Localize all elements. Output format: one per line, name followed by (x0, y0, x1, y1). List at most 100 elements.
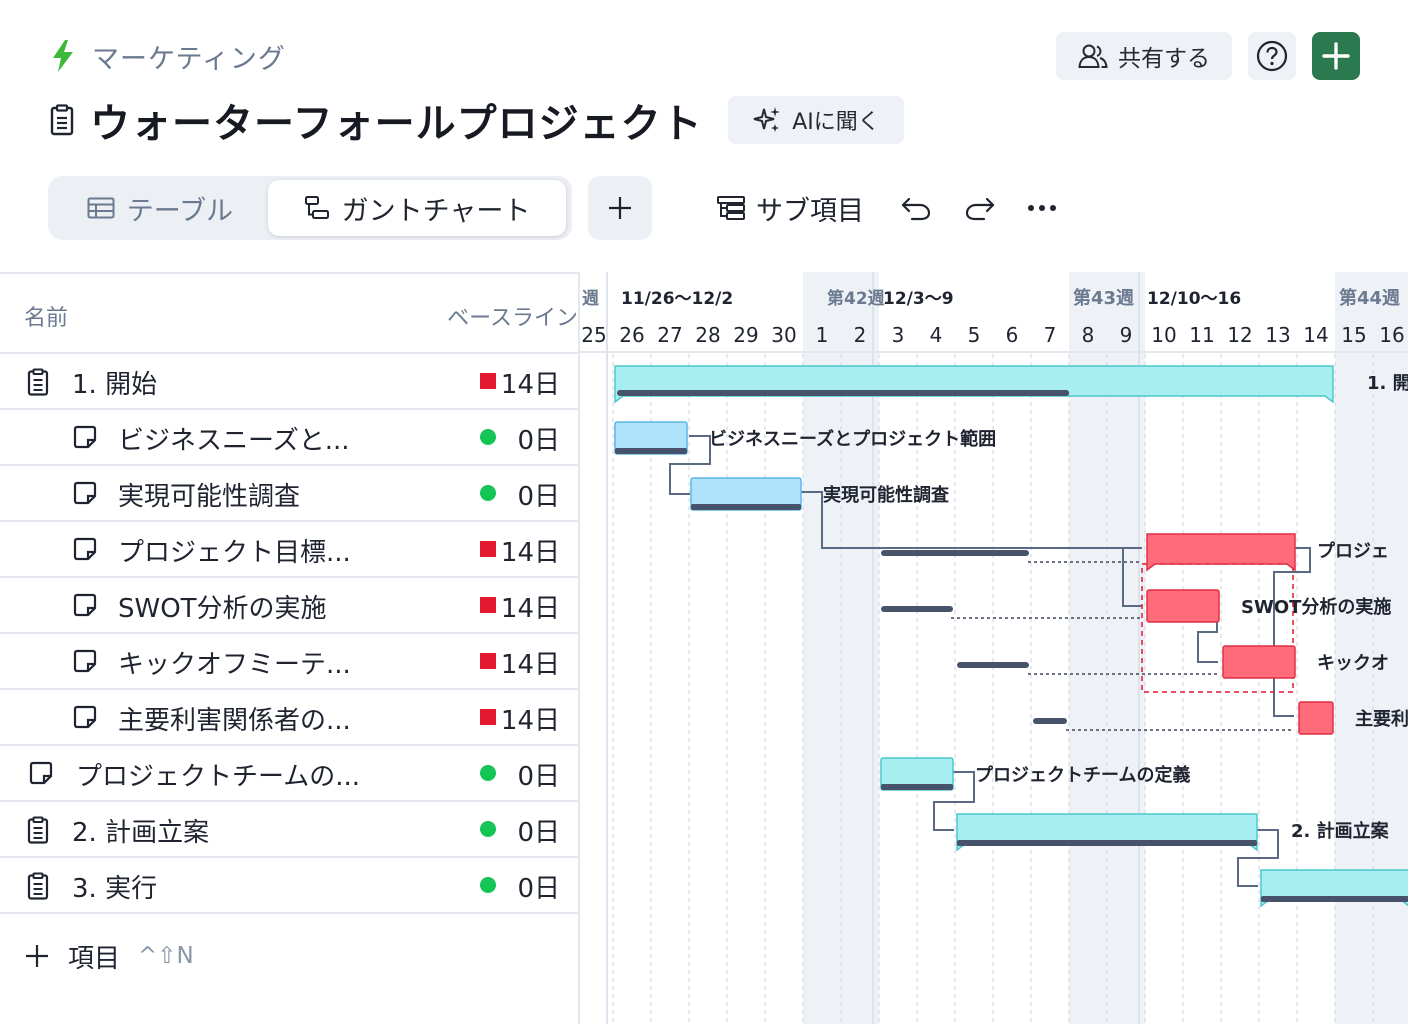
table-row[interactable]: 2. 計画立案 0日 (0, 802, 578, 858)
week-label: 12/10〜16 (1147, 289, 1241, 309)
breadcrumb[interactable]: マーケティング (48, 36, 286, 76)
page-header: ウォーターフォールプロジェクト (48, 92, 703, 148)
note-icon (73, 425, 97, 449)
hierarchy-icon (717, 196, 745, 220)
baseline-status-red (480, 597, 496, 613)
week-label: 12/3〜9 (883, 289, 954, 309)
baseline-strip (881, 784, 953, 790)
clipboard-icon (50, 104, 74, 136)
baseline-status-green (480, 765, 496, 781)
gantt-task-bar (1298, 701, 1334, 735)
table-row[interactable]: 主要利害関係者の... 14日 (0, 690, 578, 746)
clipboard-icon (27, 368, 49, 396)
task-label: 主要利 (1355, 708, 1408, 730)
row-baseline: 0日 (517, 426, 560, 456)
week-label: 週 (582, 289, 599, 309)
sparkle-icon (753, 107, 781, 132)
breadcrumb-workspace[interactable]: マーケティング (92, 37, 286, 76)
task-label: プロジェクトチームの定義 (975, 764, 1190, 786)
table-row[interactable]: キックオフミーテ... 14日 (0, 634, 578, 690)
row-baseline: 14日 (500, 594, 560, 624)
row-label: プロジェクト目標... (118, 538, 351, 568)
undo-icon (901, 197, 931, 221)
day-label: 16 (1379, 323, 1404, 347)
table-row[interactable]: プロジェクト目標... 14日 (0, 522, 578, 578)
table-row[interactable]: プロジェクトチームの... 0日 (0, 746, 578, 802)
table-row[interactable]: ビジネスニーズと... 0日 (0, 410, 578, 466)
gantt-task-bar (1222, 645, 1296, 679)
column-baseline[interactable]: ベースライン (447, 300, 578, 332)
row-label: 主要利害関係者の... (118, 706, 351, 736)
redo-button[interactable] (958, 186, 1002, 230)
help-button[interactable] (1248, 32, 1296, 80)
gantt-chart: 週 11/26〜12/2 第42週 12/3〜9 第43週 12/10〜16 第44週 25 2… (578, 272, 1408, 1024)
add-view-button[interactable] (588, 176, 652, 240)
baseline-status-red (480, 709, 496, 725)
clipboard-icon (27, 872, 49, 900)
add-button[interactable] (1312, 32, 1360, 80)
table-row[interactable]: 1. 開始 14日 (0, 354, 578, 410)
day-label: 8 (1082, 323, 1095, 347)
baseline-bar (881, 606, 953, 612)
row-baseline: 0日 (517, 874, 560, 904)
day-label: 3 (892, 323, 905, 347)
table-row[interactable]: SWOT分析の実施 14日 (0, 578, 578, 634)
share-button[interactable]: 共有する (1056, 32, 1232, 80)
baseline-status-red (480, 653, 496, 669)
progress-strip (617, 390, 1070, 396)
tab-table[interactable]: テーブル (54, 180, 266, 236)
undo-button[interactable] (894, 186, 938, 230)
more-icon (1028, 205, 1056, 211)
baseline-bar (881, 550, 1029, 556)
add-item-button[interactable]: 項目 ^⇧N (24, 936, 194, 976)
gantt-icon (304, 196, 329, 219)
day-label: 15 (1341, 323, 1366, 347)
table-row[interactable]: 3. 実行 0日 (0, 858, 578, 914)
day-label: 29 (733, 323, 758, 347)
day-label: 11 (1189, 323, 1214, 347)
row-label: キックオフミーテ... (118, 650, 351, 680)
table-row[interactable]: 実現可能性調査 0日 (0, 466, 578, 522)
table-icon (87, 197, 115, 219)
plus-icon (26, 945, 48, 967)
gantt-canvas[interactable]: 週 11/26〜12/2 第42週12/3〜9 第43週 12/10〜16 第44週25 2… (580, 272, 1408, 1024)
baseline-strip (691, 504, 801, 510)
row-baseline: 0日 (517, 818, 560, 848)
row-label: 1. 開始 (72, 370, 158, 400)
note-icon (73, 481, 97, 505)
page-title: ウォーターフォールプロジェクト (90, 101, 703, 147)
tab-gantt[interactable]: ガントチャート (268, 180, 566, 236)
week-label: 第44週 (1339, 287, 1400, 309)
add-item-label: 項目 (68, 943, 121, 974)
row-label: 2. 計画立案 (72, 818, 210, 848)
day-label: 5 (968, 323, 981, 347)
baseline-bar (957, 662, 1029, 668)
share-label: 共有する (1118, 46, 1210, 72)
day-label: 13 (1265, 323, 1290, 347)
add-item-shortcut: ^⇧N (138, 943, 194, 969)
lightning-icon (53, 40, 73, 72)
baseline-status-green (480, 821, 496, 837)
redo-icon (965, 197, 995, 221)
day-label: 27 (657, 323, 682, 347)
row-baseline: 14日 (500, 538, 560, 568)
task-label: プロジェ (1317, 540, 1389, 562)
ask-ai-button[interactable]: AIに聞く (728, 96, 904, 144)
note-icon (73, 593, 97, 617)
task-label: キックオ (1317, 653, 1389, 674)
task-label: SWOT分析の実施 (1241, 596, 1391, 618)
plus-icon (609, 197, 631, 219)
gantt-summary-bar (614, 365, 1334, 404)
view-tabs: テーブル ガントチャート (48, 176, 572, 240)
day-label: 10 (1151, 323, 1176, 347)
help-icon (1256, 40, 1288, 72)
day-label: 30 (771, 323, 796, 347)
more-options-button[interactable] (1020, 186, 1064, 230)
baseline-bar (1033, 718, 1067, 724)
note-icon (73, 649, 97, 673)
ask-ai-label: AIに聞く (792, 110, 880, 135)
column-name[interactable]: 名前 (24, 300, 68, 332)
sub-items-button[interactable]: サブ項目 (716, 186, 864, 230)
dependency-line (1273, 547, 1311, 717)
day-label: 9 (1120, 323, 1133, 347)
